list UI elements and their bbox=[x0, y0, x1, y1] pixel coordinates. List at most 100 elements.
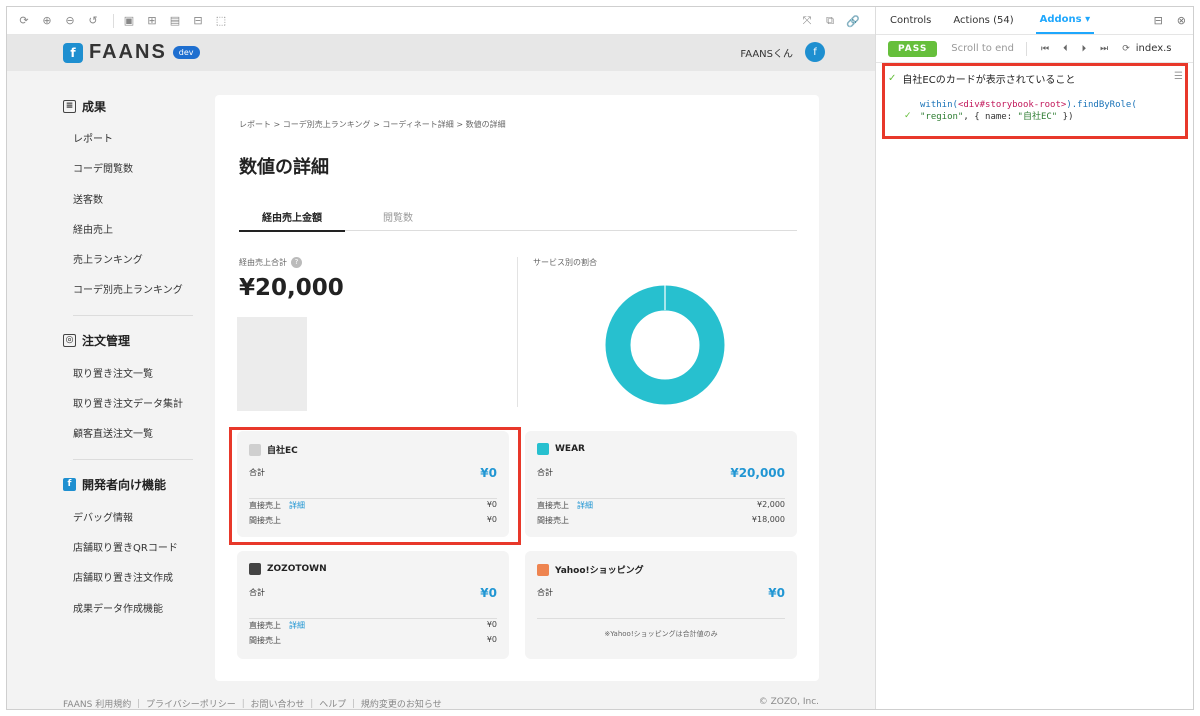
copy-link-icon[interactable]: 🔗 bbox=[844, 12, 862, 30]
service-color-swatch bbox=[249, 443, 261, 456]
service-share-donut bbox=[605, 285, 725, 405]
avatar[interactable]: f bbox=[805, 42, 825, 62]
addons-panel: Controls Actions (54) Addons ▾ ⊟ ⊗ PASS … bbox=[875, 7, 1193, 709]
detail-link[interactable]: 詳細 bbox=[289, 501, 305, 510]
total-amount: ¥20,000 bbox=[239, 275, 344, 301]
check-icon: ✓ bbox=[904, 111, 912, 121]
sidebar-item-direct-orders[interactable]: 顧客直送注文一覧 bbox=[63, 420, 213, 450]
service-card-own-ec: 自社EC 合計 ¥0 直接売上 詳細 ¥0 間接売上 ¥0 bbox=[237, 431, 509, 537]
grid-icon[interactable]: ⊞ bbox=[143, 12, 161, 30]
tab-controls[interactable]: Controls bbox=[890, 15, 931, 26]
code-fn: ).findByRole( bbox=[1066, 100, 1137, 110]
service-color-swatch bbox=[537, 443, 549, 455]
direct-sales-value: ¥2,000 bbox=[757, 500, 785, 509]
sidebar-item-referrals[interactable]: 送客数 bbox=[63, 186, 213, 216]
sidebar-group-orders: ◎ 注文管理 bbox=[63, 330, 213, 352]
tab-actions[interactable]: Actions (54) bbox=[953, 15, 1013, 26]
outline-icon[interactable]: ⬚ bbox=[212, 12, 230, 30]
interaction-code[interactable]: within(<div#storybook-root>).findByRole(… bbox=[920, 99, 1137, 123]
faans-logo[interactable]: f FAANS dev bbox=[63, 41, 200, 64]
sum-value: ¥20,000 bbox=[730, 465, 785, 480]
code-text: }) bbox=[1057, 112, 1074, 122]
service-card-header: WEAR bbox=[537, 443, 585, 455]
developer-icon: f bbox=[63, 478, 76, 492]
code-string: "自社EC" bbox=[1017, 112, 1058, 122]
sidebar-item-debug[interactable]: デバッグ情報 bbox=[63, 504, 213, 534]
code-line-1: within(<div#storybook-root>).findByRole( bbox=[920, 99, 1137, 111]
zoom-in-icon[interactable]: ⊕ bbox=[38, 12, 56, 30]
tab-addons[interactable]: Addons ▾ bbox=[1035, 7, 1095, 34]
reload-icon[interactable]: ⟳ bbox=[15, 12, 33, 30]
tab-via-sales[interactable]: 経由売上金額 bbox=[239, 209, 345, 232]
sidebar-item-coordinate-ranking[interactable]: コーデ別売上ランキング bbox=[63, 276, 213, 306]
total-label: 経由売上合計? bbox=[239, 257, 302, 268]
sidebar-item-coordinate-views[interactable]: コーデ閲覧数 bbox=[63, 155, 213, 185]
indirect-sales-label: 間接売上 bbox=[537, 516, 569, 525]
service-name: Yahoo!ショッピング bbox=[555, 566, 644, 576]
list-icon[interactable]: ☰ bbox=[1174, 71, 1183, 82]
service-card-header: ZOZOTOWN bbox=[249, 563, 327, 575]
detail-link[interactable]: 詳細 bbox=[577, 501, 593, 510]
go-to-start-icon[interactable]: ⏮ bbox=[1041, 44, 1049, 54]
service-color-swatch bbox=[249, 563, 261, 575]
background-icon[interactable]: ▣ bbox=[120, 12, 138, 30]
tab-views[interactable]: 閲覧数 bbox=[345, 209, 451, 224]
donut-slice-wear bbox=[605, 285, 725, 405]
footer-links[interactable]: FAANS 利用規約 ｜ プライバシーポリシー ｜ お問い合わせ ｜ ヘルプ ｜… bbox=[63, 697, 442, 709]
zoom-out-icon[interactable]: ⊖ bbox=[61, 12, 79, 30]
service-card-header: Yahoo!ショッピング bbox=[537, 563, 644, 576]
indirect-sales-value: ¥18,000 bbox=[751, 515, 785, 524]
step-back-icon[interactable]: ⏴ bbox=[1063, 44, 1068, 54]
report-icon: ≡ bbox=[63, 99, 76, 113]
go-to-end-icon[interactable]: ⏭ bbox=[1100, 44, 1108, 54]
service-card-yahoo: Yahoo!ショッピング 合計 ¥0 ※Yahoo!ショッピングは合計値のみ bbox=[525, 551, 797, 659]
sidebar-item-report[interactable]: レポート bbox=[63, 125, 213, 155]
sidebar-group-results: ≡ 成果 bbox=[63, 95, 213, 117]
env-badge: dev bbox=[172, 46, 200, 59]
chart-placeholder bbox=[237, 317, 307, 411]
sum-value: ¥0 bbox=[768, 585, 785, 600]
direct-sales-row: 直接売上 詳細 ¥0 bbox=[249, 500, 497, 511]
sidebar-item-via-sales[interactable]: 経由売上 bbox=[63, 216, 213, 246]
viewport-icon[interactable]: ▤ bbox=[166, 12, 184, 30]
sidebar-item-hold-orders[interactable]: 取り置き注文一覧 bbox=[63, 360, 213, 390]
yahoo-note: ※Yahoo!ショッピングは合計値のみ bbox=[604, 630, 718, 638]
sum-row: 合計 ¥0 bbox=[249, 465, 497, 499]
sidebar-item-qr-code[interactable]: 店舗取り置きQRコード bbox=[63, 534, 213, 564]
storybook-toolbar: ⟳ ⊕ ⊖ ↺ ▣ ⊞ ▤ ⊟ ⬚ ⤧ ⧉ 🔗 bbox=[7, 7, 875, 35]
fullscreen-icon[interactable]: ⤧ bbox=[798, 12, 816, 30]
detail-link[interactable]: 詳細 bbox=[289, 621, 305, 630]
help-icon[interactable]: ? bbox=[291, 257, 302, 268]
rerun-icon[interactable]: ⟳ bbox=[1122, 44, 1130, 54]
indirect-sales-value: ¥0 bbox=[486, 635, 497, 644]
file-name[interactable]: index.s bbox=[1136, 43, 1172, 54]
measure-icon[interactable]: ⊟ bbox=[189, 12, 207, 30]
sidebar-item-create-results[interactable]: 成果データ作成機能 bbox=[63, 595, 213, 625]
code-fn: within( bbox=[920, 100, 958, 110]
zoom-reset-icon[interactable]: ↺ bbox=[84, 12, 102, 30]
test-name: 自社ECのカードが表示されていること bbox=[902, 75, 1076, 86]
copyright: © ZOZO, Inc. bbox=[758, 697, 819, 707]
close-icon[interactable]: ⊗ bbox=[1177, 14, 1186, 27]
scroll-to-end-button[interactable]: Scroll to end bbox=[951, 43, 1014, 54]
breadcrumb[interactable]: レポート > コーデ別売上ランキング > コーディネート詳細 > 数値の詳細 bbox=[239, 119, 506, 130]
sidebar-item-sales-ranking[interactable]: 売上ランキング bbox=[63, 246, 213, 276]
sidebar-divider bbox=[73, 314, 193, 316]
panel-layout-icon[interactable]: ⊟ bbox=[1154, 14, 1163, 27]
share-label: サービス別の割合 bbox=[533, 258, 597, 267]
new-tab-icon[interactable]: ⧉ bbox=[821, 12, 839, 30]
user-name[interactable]: FAANSくん bbox=[740, 45, 793, 60]
sidebar-item-hold-summary[interactable]: 取り置き注文データ集計 bbox=[63, 390, 213, 420]
sidebar-item-create-hold-order[interactable]: 店舗取り置き注文作成 bbox=[63, 564, 213, 594]
step-forward-icon[interactable]: ⏵ bbox=[1082, 44, 1087, 54]
sum-label: 合計 bbox=[249, 468, 265, 477]
service-card-wear: WEAR 合計 ¥20,000 直接売上 詳細 ¥2,000 間接売上 ¥18,000 bbox=[525, 431, 797, 537]
code-line-2: "region", { name: "自社EC" }) bbox=[920, 111, 1137, 123]
service-card-zozotown: ZOZOTOWN 合計 ¥0 直接売上 詳細 ¥0 間接売上 ¥0 bbox=[237, 551, 509, 659]
direct-sales-row: 直接売上 詳細 ¥2,000 bbox=[537, 500, 785, 511]
sum-row: 合計 ¥0 bbox=[249, 585, 497, 619]
service-card-header: 自社EC bbox=[249, 443, 298, 456]
service-name: WEAR bbox=[555, 444, 585, 454]
test-step[interactable]: ✓ 自社ECのカードが表示されていること bbox=[888, 71, 1075, 86]
service-name: ZOZOTOWN bbox=[267, 564, 327, 574]
